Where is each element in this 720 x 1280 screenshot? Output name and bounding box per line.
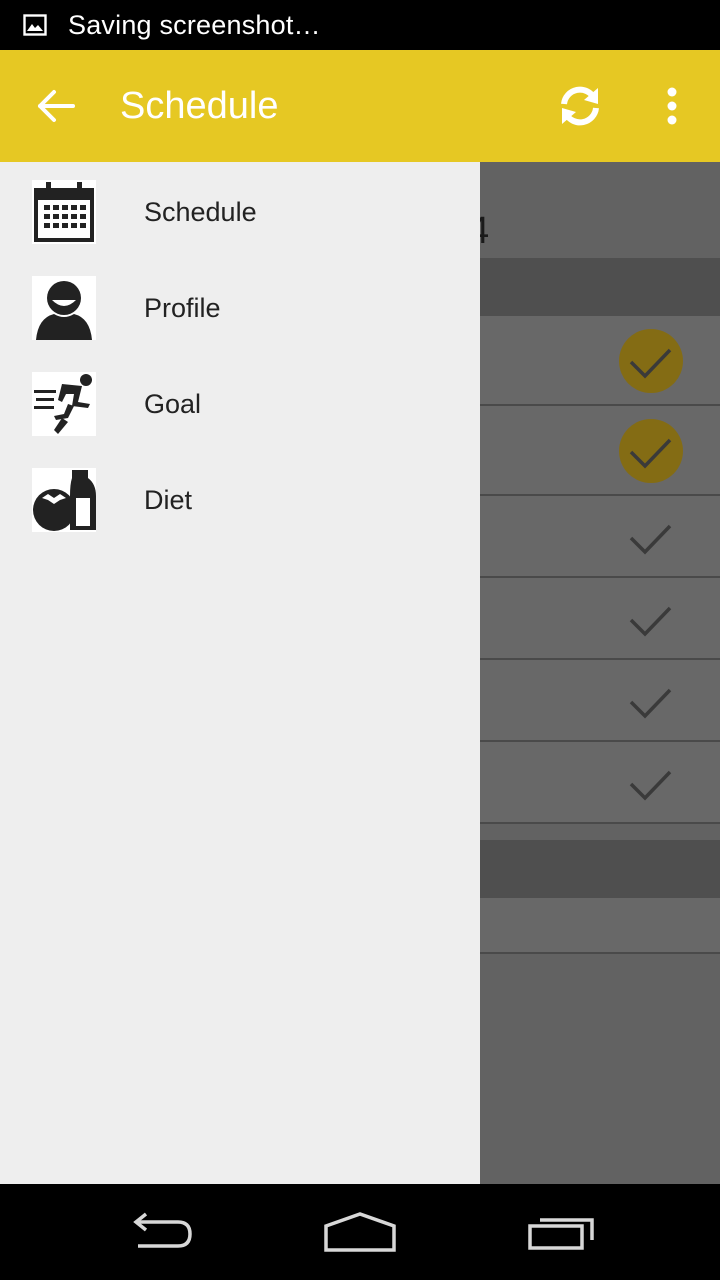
drawer-item-label: Profile [144,292,221,323]
check-toggle[interactable] [618,418,684,484]
back-button[interactable] [28,78,84,134]
image-icon [22,12,48,38]
page-title: Schedule [120,84,279,127]
more-vert-icon [667,87,677,125]
drawer-item-profile[interactable]: Profile [0,260,480,356]
drawer-item-label: Goal [144,388,202,419]
overflow-menu-button[interactable] [652,74,692,138]
nav-recents-icon [528,1218,594,1250]
check-icon [629,524,672,555]
calendar-icon [32,180,96,244]
check-circle-icon [619,419,683,483]
nav-recents-button[interactable] [512,1202,612,1262]
system-nav-bar [0,1184,720,1280]
status-text: Saving screenshot… [68,9,321,40]
nav-home-icon [324,1212,396,1252]
drawer-item-schedule[interactable]: Schedule [0,164,480,260]
check-icon [629,606,672,637]
check-circle-icon [619,329,683,393]
drawer-item-label: Diet [144,484,193,515]
runner-icon [32,372,96,436]
check-toggle[interactable] [618,586,684,652]
person-icon [32,276,96,340]
nav-back-icon [133,1212,192,1248]
tomato-bottle-icon [32,468,96,532]
navigation-drawer: Schedule Profile Goal Diet [0,162,480,1184]
check-toggle[interactable] [618,504,684,570]
check-toggle[interactable] [618,328,684,394]
check-toggle[interactable] [618,750,684,816]
check-toggle[interactable] [618,668,684,734]
status-bar: Saving screenshot… [0,0,720,50]
nav-back-button[interactable] [110,1202,210,1262]
app-bar: Schedule [0,50,720,162]
sync-icon [561,86,599,126]
nav-home-button[interactable] [310,1202,410,1262]
drawer-item-diet[interactable]: Diet [0,452,480,548]
drawer-item-goal[interactable]: Goal [0,356,480,452]
check-icon [629,770,672,801]
drawer-item-label: Schedule [144,196,257,227]
sync-button[interactable] [548,74,612,138]
check-icon [629,688,672,719]
arrow-back-icon [38,90,75,122]
